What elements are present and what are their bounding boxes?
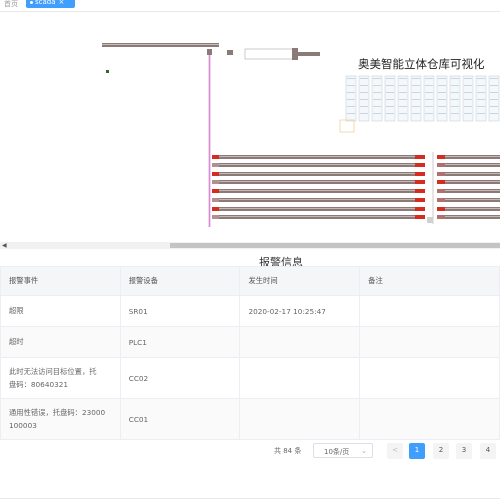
page-button-4[interactable]: 4 — [480, 443, 496, 459]
page-button-3[interactable]: 3 — [456, 443, 472, 459]
chevron-down-icon: ⌄ — [361, 447, 367, 455]
cell-time — [239, 398, 361, 440]
scroll-left-icon[interactable]: ◀ — [2, 242, 7, 249]
cell-time: 2020-02-17 10:25:47 — [239, 295, 361, 327]
cell-device: CC02 — [119, 357, 241, 399]
cell-note — [359, 295, 500, 327]
cell-event-line: 此时无法访问目标位置，托 — [9, 367, 97, 376]
table-row[interactable]: 超时 PLC1 — [0, 326, 500, 358]
table-row[interactable]: 通用性错误，托盘码：23000 100003 CC01 — [0, 398, 500, 440]
tab-bar: 首页 scada × — [0, 0, 500, 10]
column-header[interactable]: 发生时间 — [239, 266, 361, 296]
tab-home[interactable]: 首页 — [4, 0, 18, 9]
pagination: 共 84 条 10条/页 ⌄ < 1 2 3 4 — [0, 443, 500, 459]
close-icon[interactable]: × — [59, 0, 65, 6]
tab-scada-label: scada — [35, 0, 56, 6]
page-button-1[interactable]: 1 — [409, 443, 425, 459]
cell-event: 通用性错误，托盘码：23000 100003 — [0, 398, 121, 440]
cell-event-line: 100003 — [9, 421, 37, 430]
prev-page-button[interactable]: < — [387, 443, 403, 459]
divider — [0, 498, 500, 499]
total-count: 共 84 条 — [274, 447, 302, 455]
column-header[interactable]: 报警设备 — [119, 266, 241, 296]
cell-note — [359, 357, 500, 399]
page-size-label: 10条/页 — [324, 448, 350, 456]
alarm-table: 报警事件 报警设备 发生时间 备注 超限 SR01 2020-02-17 10:… — [0, 266, 500, 440]
cell-device: SR01 — [119, 295, 241, 327]
cell-event: 超限 — [0, 295, 121, 327]
cell-note — [359, 326, 500, 358]
scrollbar-thumb[interactable] — [170, 243, 500, 248]
table-row[interactable]: 超限 SR01 2020-02-17 10:25:47 — [0, 295, 500, 327]
cell-event-line: 通用性错误，托盘码：23000 — [9, 408, 106, 417]
active-dot-icon — [30, 0, 33, 4]
column-header[interactable]: 备注 — [359, 266, 500, 296]
warehouse-title: 奥美智能立体仓库可视化 — [358, 57, 485, 71]
page-button-2[interactable]: 2 — [433, 443, 449, 459]
cell-time — [239, 326, 361, 358]
cell-device: PLC1 — [119, 326, 241, 358]
column-header[interactable]: 报警事件 — [0, 266, 121, 296]
cell-event-line: 盘码：80640321 — [9, 380, 69, 389]
warehouse-canvas: 奥美智能立体仓库可视化 — [0, 12, 500, 242]
cell-event: 超时 — [0, 326, 121, 358]
cell-note — [359, 398, 500, 440]
cell-device: CC01 — [119, 398, 241, 440]
table-row[interactable]: 此时无法访问目标位置，托 盘码：80640321 CC02 — [0, 357, 500, 399]
warehouse-map — [102, 43, 500, 227]
cell-event: 此时无法访问目标位置，托 盘码：80640321 — [0, 357, 121, 399]
tab-scada[interactable]: scada × — [26, 0, 75, 8]
page-size-select[interactable]: 10条/页 ⌄ — [313, 443, 373, 458]
cell-time — [239, 357, 361, 399]
table-header-row: 报警事件 报警设备 发生时间 备注 — [0, 266, 500, 296]
